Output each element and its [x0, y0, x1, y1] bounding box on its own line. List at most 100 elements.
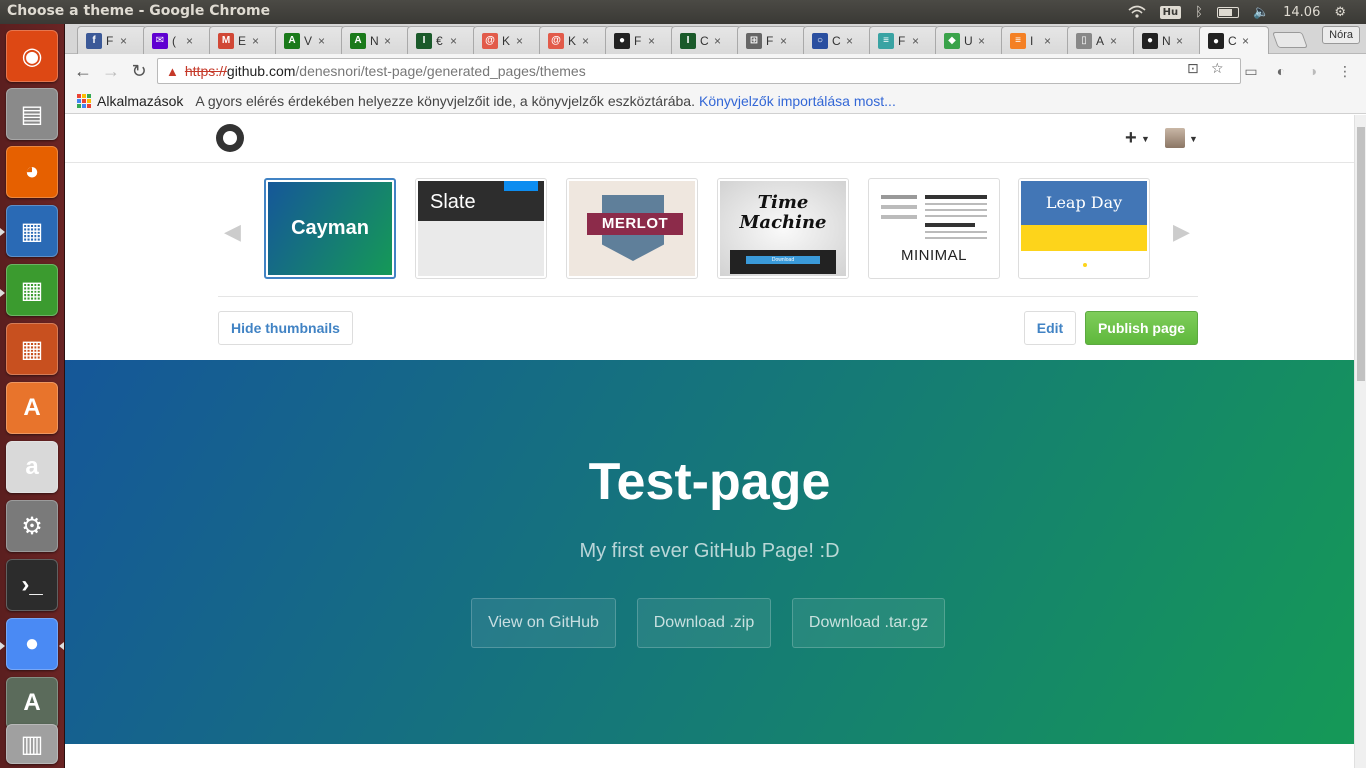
browser-tab[interactable]: ● N × — [1133, 26, 1203, 54]
active-indicator — [59, 642, 64, 650]
browser-tab[interactable]: A N × — [341, 26, 411, 54]
reload-icon[interactable]: ↻ — [129, 61, 149, 81]
apps-bookmark[interactable]: Alkalmazások — [97, 93, 183, 109]
close-tab-icon[interactable]: × — [648, 34, 655, 48]
browser-tab[interactable]: I € × — [407, 26, 477, 54]
browser-tab[interactable]: @ K × — [473, 26, 543, 54]
profile-button[interactable]: Nóra — [1322, 26, 1360, 44]
security-warning-icon[interactable]: ▲ — [166, 64, 179, 79]
next-arrow-icon[interactable]: ▶ — [1173, 219, 1190, 245]
close-tab-icon[interactable]: × — [912, 34, 919, 48]
theme-thumbnail-slate[interactable]: Slate — [415, 178, 547, 279]
extension-icon[interactable]: ◑ — [1303, 61, 1323, 81]
address-bar[interactable]: ▲ https:// github.com /denesnori/test-pa… — [157, 58, 1241, 84]
impress-icon[interactable]: ▦ — [6, 323, 58, 375]
plus-icon[interactable]: + — [1125, 127, 1137, 150]
browser-tab[interactable]: ≡ I × — [1001, 26, 1071, 54]
theme-thumbnail-minimal[interactable]: MINIMAL — [868, 178, 1000, 279]
extension-icon[interactable]: ◐ — [1271, 61, 1291, 81]
browser-window: f F × ✉(× M E × A V × A N × I € × @ K × @ K × ● F × I C × ⊞ F × ○ C × ≡ F × ◆… — [65, 24, 1366, 768]
close-tab-icon[interactable]: × — [1242, 34, 1249, 48]
chevron-down-icon[interactable]: ▼ — [1141, 134, 1150, 144]
theme-thumbnail-time-machine[interactable]: Time Machine Download — [717, 178, 849, 279]
github-icon: ● — [1142, 32, 1158, 49]
browser-tab[interactable]: A V × — [275, 26, 345, 54]
amazon-icon[interactable]: a — [6, 441, 58, 493]
wifi-icon[interactable] — [1128, 5, 1146, 19]
avatar[interactable] — [1165, 128, 1185, 148]
software-center-icon[interactable]: A — [6, 382, 58, 434]
gmail-icon: M — [218, 32, 234, 49]
scrollbar-thumb[interactable] — [1357, 127, 1365, 381]
close-tab-icon[interactable]: × — [186, 34, 193, 48]
edit-button[interactable]: Edit — [1024, 311, 1076, 345]
writer-icon[interactable]: ▦ — [6, 205, 58, 257]
hide-thumbnails-button[interactable]: Hide thumbnails — [218, 311, 353, 345]
close-tab-icon[interactable]: × — [384, 34, 391, 48]
close-tab-icon[interactable]: × — [1044, 34, 1051, 48]
theme-chooser: ◀ Cayman Slate MERLOT Time Machine Downl… — [218, 163, 1198, 297]
page-content: + ▼ ▼ ◀ Cayman Slate MERLOT Time Machine… — [65, 115, 1354, 768]
gear-icon[interactable]: ⚙ — [1334, 5, 1346, 20]
terminal-icon[interactable]: ›_ — [6, 559, 58, 611]
browser-tab[interactable]: f F × — [77, 26, 147, 54]
close-tab-icon[interactable]: × — [1110, 34, 1117, 48]
browser-tab[interactable]: ○ C × — [803, 26, 873, 54]
browser-tab[interactable]: ▯ A × — [1067, 26, 1137, 54]
stackoverflow-icon: ≡ — [1010, 32, 1026, 49]
close-tab-icon[interactable]: × — [318, 34, 325, 48]
clock[interactable]: 14.06 — [1283, 5, 1320, 20]
ubuntu-dash-icon[interactable]: ◉ — [6, 30, 58, 82]
files-icon[interactable]: ▤ — [6, 88, 58, 140]
github-logo-icon[interactable] — [216, 124, 244, 152]
browser-tab[interactable]: ◆ U × — [935, 26, 1005, 54]
theme-thumbnail-leap-day[interactable]: Leap Day — [1018, 178, 1150, 279]
view-on-github-button[interactable]: View on GitHub — [471, 598, 616, 648]
apps-grid-icon[interactable] — [77, 93, 91, 108]
page-scrollbar[interactable] — [1354, 115, 1366, 768]
volume-muted-icon[interactable]: 🔈 — [1253, 5, 1269, 20]
back-icon[interactable]: ← — [73, 61, 93, 81]
browser-tab[interactable]: ✉ (× — [143, 26, 213, 54]
translate-icon[interactable]: ⊡ — [1187, 60, 1199, 77]
chrome-menu-icon[interactable]: ⋮ — [1335, 61, 1355, 81]
chrome-icon[interactable]: ● — [6, 618, 58, 670]
keyboard-layout-indicator[interactable]: Hu — [1159, 5, 1182, 19]
browser-tab[interactable]: ● F × — [605, 26, 675, 54]
close-tab-icon[interactable]: × — [120, 34, 127, 48]
browser-tab[interactable]: ≡ F × — [869, 26, 939, 54]
close-tab-icon[interactable]: × — [1176, 34, 1183, 48]
close-tab-icon[interactable]: × — [252, 34, 259, 48]
workspace-switcher-icon[interactable]: ▥ — [6, 724, 58, 764]
browser-tab[interactable]: M E × — [209, 26, 279, 54]
download-zip-button[interactable]: Download .zip — [637, 598, 771, 648]
close-tab-icon[interactable]: × — [714, 34, 721, 48]
theme-thumbnail-merlot[interactable]: MERLOT — [566, 178, 698, 279]
calc-icon[interactable]: ▦ — [6, 264, 58, 316]
browser-tab[interactable]: ⊞ F × — [737, 26, 807, 54]
firefox-icon[interactable]: ◕ — [6, 146, 58, 198]
chevron-down-icon[interactable]: ▼ — [1189, 134, 1198, 144]
bluetooth-icon[interactable]: ᛒ — [1195, 5, 1203, 20]
system-settings-icon[interactable]: ⚙ — [6, 500, 58, 552]
forward-icon[interactable]: → — [101, 61, 121, 81]
close-tab-icon[interactable]: × — [582, 34, 589, 48]
publish-page-button[interactable]: Publish page — [1085, 311, 1198, 345]
software-updater-icon[interactable]: A — [6, 677, 58, 729]
close-tab-icon[interactable]: × — [516, 34, 523, 48]
import-bookmarks-link[interactable]: Könyvjelzők importálása most... — [699, 93, 896, 109]
bookmark-star-icon[interactable]: ☆ — [1211, 60, 1224, 77]
theme-thumbnail-cayman[interactable]: Cayman — [264, 178, 396, 279]
previous-arrow-icon[interactable]: ◀ — [224, 219, 241, 245]
close-tab-icon[interactable]: × — [846, 34, 853, 48]
download-targz-button[interactable]: Download .tar.gz — [792, 598, 945, 648]
battery-icon[interactable] — [1216, 6, 1239, 18]
close-tab-icon[interactable]: × — [978, 34, 985, 48]
close-tab-icon[interactable]: × — [780, 34, 787, 48]
cast-icon[interactable]: ▭ — [1241, 61, 1261, 81]
browser-tab[interactable]: I C × — [671, 26, 741, 54]
close-tab-icon[interactable]: × — [450, 34, 457, 48]
new-tab-button[interactable] — [1272, 32, 1308, 48]
browser-tab[interactable]: ● C × — [1199, 26, 1269, 55]
browser-tab[interactable]: @ K × — [539, 26, 609, 54]
